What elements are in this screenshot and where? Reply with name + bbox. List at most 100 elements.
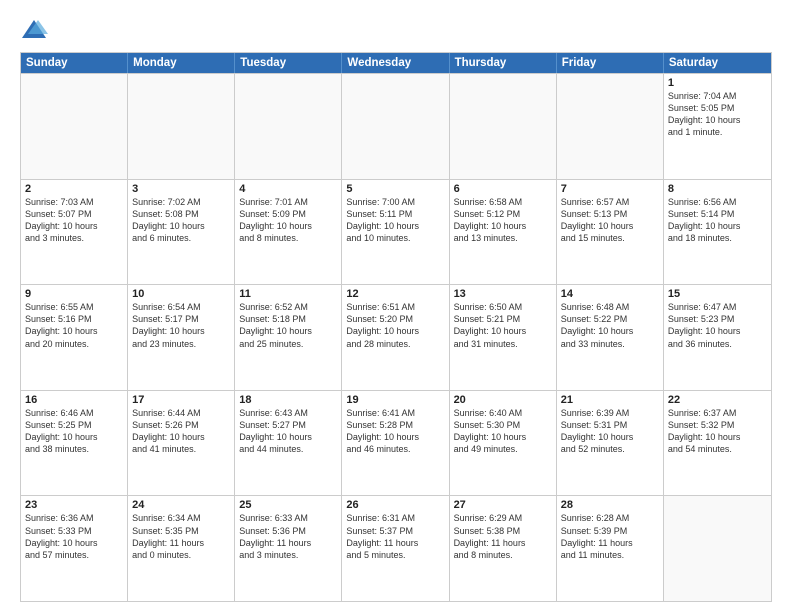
calendar-cell: 1 Sunrise: 7:04 AM Sunset: 5:05 PM Daylig…: [664, 74, 771, 179]
calendar-cell: 9Sunrise: 6:55 AM Sunset: 5:16 PM Daylig…: [21, 285, 128, 390]
calendar-header: SundayMondayTuesdayWednesdayThursdayFrid…: [21, 53, 771, 73]
calendar-cell: 17 Sunrise: 6:44 AM Sunset: 5:26 PM Dayli…: [128, 391, 235, 496]
calendar-cell: 25Sunrise: 6:33 AM Sunset: 5:36 PM Dayli…: [235, 496, 342, 601]
calendar-cell: 21 Sunrise: 6:39 AM Sunset: 5:31 PM Dayli…: [557, 391, 664, 496]
header: [20, 16, 772, 44]
day-info: Sunrise: 6:52 AM Sunset: 5:18 PM Dayligh…: [239, 302, 312, 348]
day-number: 14: [561, 288, 659, 300]
calendar-cell: 13Sunrise: 6:50 AM Sunset: 5:21 PM Dayli…: [450, 285, 557, 390]
calendar-cell: 10 Sunrise: 6:54 AM Sunset: 5:17 PM Dayli…: [128, 285, 235, 390]
day-number: 25: [239, 499, 337, 511]
calendar-cell: 19 Sunrise: 6:41 AM Sunset: 5:28 PM Dayli…: [342, 391, 449, 496]
day-info: Sunrise: 7:04 AM Sunset: 5:05 PM Dayligh…: [668, 91, 741, 137]
day-info: Sunrise: 6:41 AM Sunset: 5:28 PM Dayligh…: [346, 408, 419, 454]
day-info: Sunrise: 6:54 AM Sunset: 5:17 PM Dayligh…: [132, 302, 205, 348]
day-info: Sunrise: 6:39 AM Sunset: 5:31 PM Dayligh…: [561, 408, 634, 454]
day-info: Sunrise: 6:56 AM Sunset: 5:14 PM Dayligh…: [668, 197, 741, 243]
day-number: 3: [132, 183, 230, 195]
day-number: 13: [454, 288, 552, 300]
calendar-cell: [342, 74, 449, 179]
calendar-cell: [235, 74, 342, 179]
weekday-header: Saturday: [664, 53, 771, 73]
day-info: Sunrise: 6:40 AM Sunset: 5:30 PM Dayligh…: [454, 408, 527, 454]
day-number: 10: [132, 288, 230, 300]
calendar-cell: 6 Sunrise: 6:58 AM Sunset: 5:12 PM Daylig…: [450, 180, 557, 285]
day-number: 20: [454, 394, 552, 406]
calendar-cell: 26Sunrise: 6:31 AM Sunset: 5:37 PM Dayli…: [342, 496, 449, 601]
day-info: Sunrise: 6:34 AM Sunset: 5:35 PM Dayligh…: [132, 513, 204, 559]
day-number: 7: [561, 183, 659, 195]
day-number: 27: [454, 499, 552, 511]
calendar-cell: 20 Sunrise: 6:40 AM Sunset: 5:30 PM Dayli…: [450, 391, 557, 496]
calendar-cell: 23 Sunrise: 6:36 AM Sunset: 5:33 PM Dayli…: [21, 496, 128, 601]
day-info: Sunrise: 6:48 AM Sunset: 5:22 PM Dayligh…: [561, 302, 634, 348]
calendar-cell: 4 Sunrise: 7:01 AM Sunset: 5:09 PM Daylig…: [235, 180, 342, 285]
day-info: Sunrise: 6:51 AM Sunset: 5:20 PM Dayligh…: [346, 302, 419, 348]
calendar-row: 9Sunrise: 6:55 AM Sunset: 5:16 PM Daylig…: [21, 284, 771, 390]
calendar-row: 23 Sunrise: 6:36 AM Sunset: 5:33 PM Dayli…: [21, 495, 771, 601]
day-number: 18: [239, 394, 337, 406]
calendar-cell: 27 Sunrise: 6:29 AM Sunset: 5:38 PM Dayli…: [450, 496, 557, 601]
day-number: 22: [668, 394, 767, 406]
day-number: 16: [25, 394, 123, 406]
day-number: 28: [561, 499, 659, 511]
day-number: 21: [561, 394, 659, 406]
day-info: Sunrise: 7:00 AM Sunset: 5:11 PM Dayligh…: [346, 197, 419, 243]
day-number: 6: [454, 183, 552, 195]
calendar-cell: 3 Sunrise: 7:02 AM Sunset: 5:08 PM Daylig…: [128, 180, 235, 285]
calendar-cell: 22 Sunrise: 6:37 AM Sunset: 5:32 PM Dayli…: [664, 391, 771, 496]
day-number: 8: [668, 183, 767, 195]
calendar-cell: [21, 74, 128, 179]
weekday-header: Wednesday: [342, 53, 449, 73]
day-number: 19: [346, 394, 444, 406]
day-number: 24: [132, 499, 230, 511]
weekday-header: Tuesday: [235, 53, 342, 73]
calendar-cell: 15 Sunrise: 6:47 AM Sunset: 5:23 PM Dayli…: [664, 285, 771, 390]
weekday-header: Sunday: [21, 53, 128, 73]
calendar-cell: 11 Sunrise: 6:52 AM Sunset: 5:18 PM Dayli…: [235, 285, 342, 390]
day-info: Sunrise: 6:55 AM Sunset: 5:16 PM Dayligh…: [25, 302, 98, 348]
day-info: Sunrise: 7:03 AM Sunset: 5:07 PM Dayligh…: [25, 197, 98, 243]
calendar-row: 16 Sunrise: 6:46 AM Sunset: 5:25 PM Dayli…: [21, 390, 771, 496]
calendar-cell: 2Sunrise: 7:03 AM Sunset: 5:07 PM Daylig…: [21, 180, 128, 285]
day-info: Sunrise: 7:01 AM Sunset: 5:09 PM Dayligh…: [239, 197, 312, 243]
day-number: 11: [239, 288, 337, 300]
day-info: Sunrise: 6:47 AM Sunset: 5:23 PM Dayligh…: [668, 302, 741, 348]
calendar-body: 1 Sunrise: 7:04 AM Sunset: 5:05 PM Daylig…: [21, 73, 771, 601]
calendar-row: 1 Sunrise: 7:04 AM Sunset: 5:05 PM Daylig…: [21, 73, 771, 179]
day-info: Sunrise: 6:58 AM Sunset: 5:12 PM Dayligh…: [454, 197, 527, 243]
logo-icon: [20, 16, 48, 44]
day-number: 1: [668, 77, 767, 89]
day-number: 4: [239, 183, 337, 195]
calendar-cell: [450, 74, 557, 179]
calendar-cell: 16 Sunrise: 6:46 AM Sunset: 5:25 PM Dayli…: [21, 391, 128, 496]
calendar-cell: 5 Sunrise: 7:00 AM Sunset: 5:11 PM Daylig…: [342, 180, 449, 285]
calendar-cell: 24 Sunrise: 6:34 AM Sunset: 5:35 PM Dayli…: [128, 496, 235, 601]
day-info: Sunrise: 7:02 AM Sunset: 5:08 PM Dayligh…: [132, 197, 205, 243]
calendar-row: 2Sunrise: 7:03 AM Sunset: 5:07 PM Daylig…: [21, 179, 771, 285]
weekday-header: Thursday: [450, 53, 557, 73]
day-info: Sunrise: 6:29 AM Sunset: 5:38 PM Dayligh…: [454, 513, 526, 559]
day-info: Sunrise: 6:28 AM Sunset: 5:39 PM Dayligh…: [561, 513, 633, 559]
calendar-cell: 28 Sunrise: 6:28 AM Sunset: 5:39 PM Dayli…: [557, 496, 664, 601]
calendar-cell: [128, 74, 235, 179]
day-info: Sunrise: 6:37 AM Sunset: 5:32 PM Dayligh…: [668, 408, 741, 454]
calendar-cell: [557, 74, 664, 179]
logo: [20, 16, 52, 44]
day-number: 12: [346, 288, 444, 300]
day-info: Sunrise: 6:57 AM Sunset: 5:13 PM Dayligh…: [561, 197, 634, 243]
day-info: Sunrise: 6:36 AM Sunset: 5:33 PM Dayligh…: [25, 513, 98, 559]
day-info: Sunrise: 6:46 AM Sunset: 5:25 PM Dayligh…: [25, 408, 98, 454]
page: SundayMondayTuesdayWednesdayThursdayFrid…: [0, 0, 792, 612]
calendar-cell: 7 Sunrise: 6:57 AM Sunset: 5:13 PM Daylig…: [557, 180, 664, 285]
calendar-cell: 14 Sunrise: 6:48 AM Sunset: 5:22 PM Dayli…: [557, 285, 664, 390]
calendar-cell: 18 Sunrise: 6:43 AM Sunset: 5:27 PM Dayli…: [235, 391, 342, 496]
day-number: 17: [132, 394, 230, 406]
day-number: 15: [668, 288, 767, 300]
day-info: Sunrise: 6:43 AM Sunset: 5:27 PM Dayligh…: [239, 408, 312, 454]
day-number: 5: [346, 183, 444, 195]
day-number: 23: [25, 499, 123, 511]
calendar-cell: [664, 496, 771, 601]
weekday-header: Friday: [557, 53, 664, 73]
day-info: Sunrise: 6:44 AM Sunset: 5:26 PM Dayligh…: [132, 408, 205, 454]
